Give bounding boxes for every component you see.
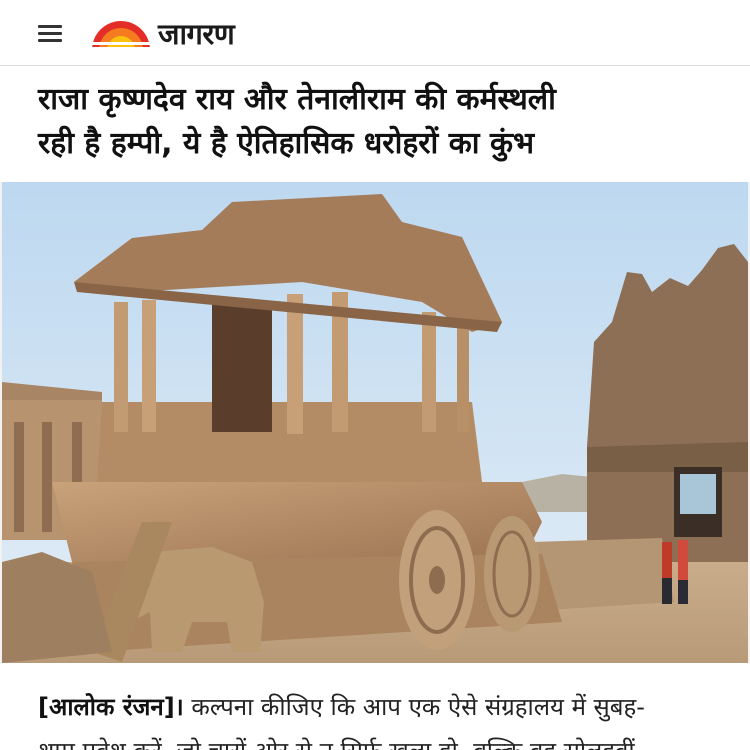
hamburger-menu-icon[interactable] — [36, 22, 66, 46]
article-body: [आलोक रंजन]। कल्पना कीजिए कि आप एक ऐसे स… — [0, 663, 750, 750]
jagran-logo[interactable]: जागरण — [90, 14, 235, 54]
article-text-line-2: शाम प्रवेश करें, जो चारों ओर से न सिर्फ … — [38, 737, 635, 750]
site-header: जागरण — [0, 0, 750, 66]
logo-wordmark: जागरण — [158, 17, 235, 51]
hampi-stone-chariot-photo — [2, 182, 748, 663]
article-title-line-1: राजा कृष्णदेव राय और तेनालीराम की कर्मस्… — [38, 82, 556, 117]
article-title-line-2: रही है हम्पी, ये है ऐतिहासिक धरोहरों का … — [38, 126, 535, 161]
hero-image[interactable] — [2, 182, 748, 663]
page: जागरण राजा कृष्णदेव राय और तेनालीराम की … — [0, 0, 750, 750]
author-byline: [आलोक रंजन]। — [38, 693, 184, 721]
article-title: राजा कृष्णदेव राय और तेनालीराम की कर्मस्… — [38, 78, 718, 166]
article-intro-paragraph: [आलोक रंजन]। कल्पना कीजिए कि आप एक ऐसे स… — [38, 685, 718, 750]
rising-sun-logo-icon — [90, 21, 152, 50]
article-text-line-1: कल्पना कीजिए कि आप एक ऐसे संग्रहालय में … — [183, 693, 645, 721]
headline-section: राजा कृष्णदेव राय और तेनालीराम की कर्मस्… — [0, 66, 750, 182]
